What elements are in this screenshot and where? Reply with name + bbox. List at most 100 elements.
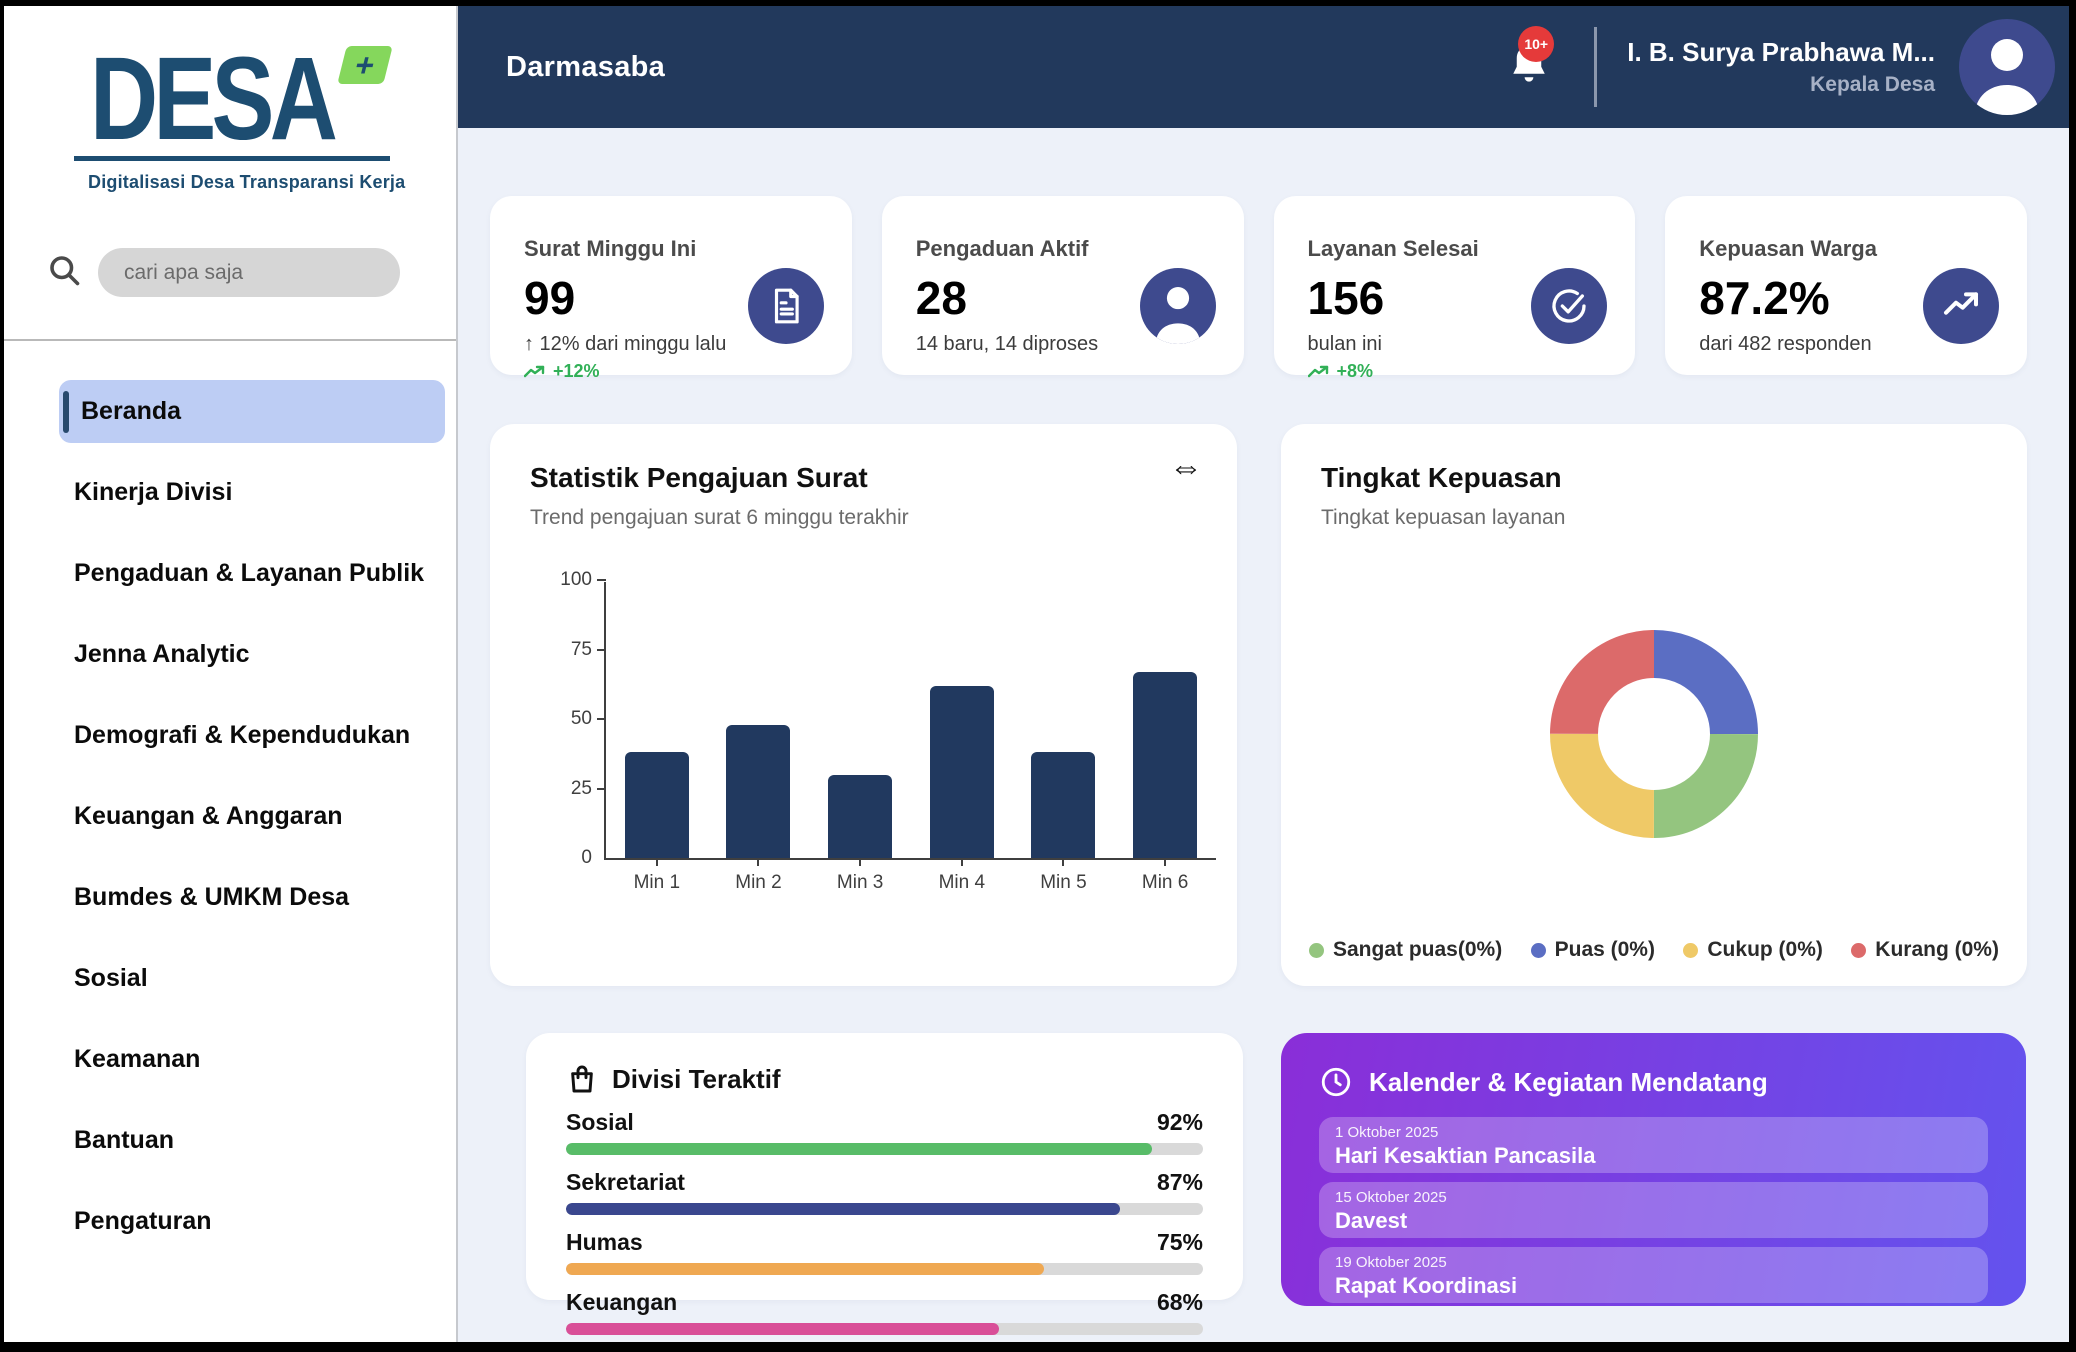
sidebar-item-bumdes-umkm-desa[interactable]: Bumdes & UMKM Desa bbox=[59, 866, 445, 929]
document-icon bbox=[748, 268, 824, 344]
stat-card-layanan[interactable]: Layanan Selesai 156 bulan ini +8% bbox=[1274, 196, 1636, 375]
bar-min-6[interactable] bbox=[1133, 672, 1197, 858]
progress-track bbox=[566, 1323, 1203, 1335]
topbar: Darmasaba 10+ I. B. Surya Prabhawa M... … bbox=[458, 6, 2069, 128]
stat-title: Layanan Selesai bbox=[1308, 236, 1479, 262]
stat-card-surat[interactable]: Surat Minggu Ini 99 ↑ 12% dari minggu la… bbox=[490, 196, 852, 375]
sidebar-item-sosial[interactable]: Sosial bbox=[59, 947, 445, 1010]
search-icon[interactable] bbox=[46, 252, 82, 293]
event-row-hari-kesaktian-pancasila[interactable]: 1 Oktober 2025Hari Kesaktian Pancasila bbox=[1319, 1117, 1988, 1173]
sidebar-item-keamanan[interactable]: Keamanan bbox=[59, 1028, 445, 1091]
divisions-header: Divisi Teraktif bbox=[566, 1063, 1203, 1095]
sidebar-item-kinerja-divisi[interactable]: Kinerja Divisi bbox=[59, 461, 445, 524]
sidebar-item-keuangan-anggaran[interactable]: Keuangan & Anggaran bbox=[59, 785, 445, 848]
clock-icon bbox=[1319, 1065, 1353, 1099]
division-row-sosial: Sosial92% bbox=[566, 1109, 1203, 1155]
division-percent: 75% bbox=[1157, 1229, 1203, 1256]
stat-title: Kepuasan Warga bbox=[1699, 236, 1877, 262]
x-axis-label: Min 1 bbox=[625, 858, 689, 894]
bar-chart-title: Statistik Pengajuan Surat bbox=[530, 462, 1197, 494]
donut-chart-card: Tingkat Kepuasan Tingkat kepuasan layana… bbox=[1281, 424, 2027, 986]
progress-fill bbox=[566, 1203, 1120, 1215]
event-list: 1 Oktober 2025Hari Kesaktian Pancasila 15… bbox=[1319, 1117, 1988, 1303]
progress-track bbox=[566, 1143, 1203, 1155]
sidebar-item-label: Bumdes & UMKM Desa bbox=[74, 883, 349, 912]
calendar-card: Kalender & Kegiatan Mendatang 1 Oktober … bbox=[1281, 1033, 2026, 1306]
donut-chart-title: Tingkat Kepuasan bbox=[1321, 462, 1987, 494]
legend-dot bbox=[1531, 943, 1546, 958]
notification-bell-button[interactable]: 10+ bbox=[1508, 42, 1550, 93]
user-block[interactable]: I. B. Surya Prabhawa M... Kepala Desa bbox=[1627, 37, 1935, 97]
stat-card-kepuasan[interactable]: Kepuasan Warga 87.2% dari 482 responden bbox=[1665, 196, 2027, 375]
stat-value: 99 bbox=[524, 271, 726, 325]
bar-min-4[interactable] bbox=[930, 686, 994, 858]
progress-track bbox=[566, 1263, 1203, 1275]
notification-badge: 10+ bbox=[1518, 26, 1554, 62]
sidebar-item-pengaturan[interactable]: Pengaturan bbox=[59, 1190, 445, 1253]
bottom-row: Divisi Teraktif Sosial92%Sekretariat87%H… bbox=[490, 1033, 2027, 1306]
legend-item-cukup-0: Cukup (0%) bbox=[1683, 938, 1823, 962]
sidebar-item-beranda[interactable]: Beranda bbox=[59, 380, 445, 443]
y-axis-tick bbox=[597, 718, 606, 720]
avatar[interactable] bbox=[1959, 19, 2055, 115]
legend-item-kurang-0: Kurang (0%) bbox=[1851, 938, 1999, 962]
bar-min-5[interactable] bbox=[1031, 752, 1095, 858]
bar-min-2[interactable] bbox=[726, 725, 790, 858]
legend-label: Puas (0%) bbox=[1555, 938, 1655, 962]
donut-chart bbox=[1549, 629, 1759, 839]
legend-dot bbox=[1309, 943, 1324, 958]
event-date: 15 Oktober 2025 bbox=[1335, 1189, 1972, 1206]
division-row-humas: Humas 75% bbox=[566, 1229, 1203, 1275]
progress-track bbox=[566, 1203, 1203, 1215]
stat-card-pengaduan[interactable]: Pengaduan Aktif 28 14 baru, 14 diproses bbox=[882, 196, 1244, 375]
sidebar-item-pengaduan-layanan-publik[interactable]: Pengaduan & Layanan Publik bbox=[59, 542, 445, 605]
divisions-title: Divisi Teraktif bbox=[612, 1064, 781, 1095]
y-axis-tick-label: 100 bbox=[548, 569, 592, 591]
sidebar-item-label: Beranda bbox=[81, 397, 181, 426]
y-axis-tick bbox=[597, 788, 606, 790]
search-input[interactable] bbox=[98, 248, 400, 297]
stat-trend: +12% bbox=[524, 361, 726, 382]
division-percent: 68% bbox=[1157, 1289, 1203, 1316]
page-title: Darmasaba bbox=[506, 51, 665, 84]
topbar-divider bbox=[1594, 27, 1597, 107]
division-label: Keuangan bbox=[566, 1289, 677, 1316]
bar-min-3[interactable] bbox=[828, 775, 892, 858]
stat-value: 156 bbox=[1308, 271, 1479, 325]
sidebar-item-demografi-kependudukan[interactable]: Demografi & Kependudukan bbox=[59, 704, 445, 767]
event-date: 19 Oktober 2025 bbox=[1335, 1254, 1972, 1271]
check-circle-icon bbox=[1531, 268, 1607, 344]
bag-icon bbox=[566, 1063, 598, 1095]
division-label: Sosial bbox=[566, 1109, 634, 1136]
logo-underline bbox=[74, 156, 390, 161]
stat-title: Pengaduan Aktif bbox=[916, 236, 1098, 262]
legend-label: Cukup (0%) bbox=[1707, 938, 1823, 962]
division-row-keuangan: Keuangan 68% bbox=[566, 1289, 1203, 1335]
legend-item-sangat-puas-0: Sangat puas(0%) bbox=[1309, 938, 1502, 962]
bar-chart-plot: Min 1Min 2Min 3Min 4Min 5Min 6 025507510… bbox=[604, 582, 1216, 860]
division-label: Humas bbox=[566, 1229, 643, 1256]
legend-dot bbox=[1851, 943, 1866, 958]
active-accent-bar bbox=[63, 391, 69, 433]
sidebar-item-jenna-analytic[interactable]: Jenna Analytic bbox=[59, 623, 445, 686]
bar-series bbox=[606, 582, 1216, 858]
sidebar-item-label: Jenna Analytic bbox=[74, 640, 250, 669]
sidebar-item-bantuan[interactable]: Bantuan bbox=[59, 1109, 445, 1172]
division-rows: Sosial92%Sekretariat87%Humas75%Keuangan6… bbox=[566, 1109, 1203, 1335]
division-label: Sekretariat bbox=[566, 1169, 685, 1196]
stat-subtitle: 14 baru, 14 diproses bbox=[916, 333, 1098, 356]
x-axis-label: Min 6 bbox=[1133, 858, 1197, 894]
event-row-rapat-koordinasi[interactable]: 19 Oktober 2025Rapat Koordinasi bbox=[1319, 1247, 1988, 1303]
progress-fill bbox=[566, 1323, 999, 1335]
sidebar-item-label: Demografi & Kependudukan bbox=[74, 721, 410, 750]
stat-subtitle: bulan ini bbox=[1308, 333, 1479, 356]
calendar-header: Kalender & Kegiatan Mendatang bbox=[1319, 1065, 1988, 1099]
search-row bbox=[46, 248, 456, 297]
horizontal-resize-icon[interactable]: ⇔ bbox=[1169, 450, 1203, 484]
user-name: I. B. Surya Prabhawa M... bbox=[1627, 37, 1935, 68]
event-row-davest[interactable]: 15 Oktober 2025Davest bbox=[1319, 1182, 1988, 1238]
bar-min-1[interactable] bbox=[625, 752, 689, 858]
y-axis-tick-label: 75 bbox=[548, 639, 592, 661]
bar-x-labels: Min 1Min 2Min 3Min 4Min 5Min 6 bbox=[606, 858, 1216, 894]
progress-fill bbox=[566, 1263, 1044, 1275]
